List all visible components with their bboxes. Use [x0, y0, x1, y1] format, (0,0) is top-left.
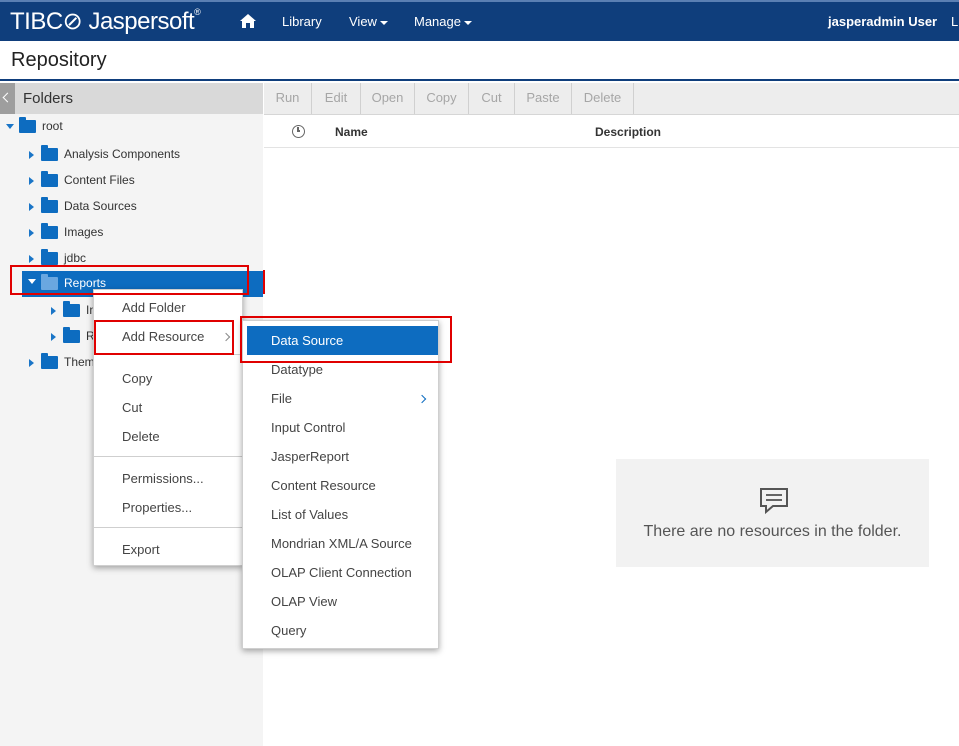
- submenu-content-resource[interactable]: Content Resource: [243, 471, 438, 500]
- nav-manage-label: Manage: [414, 14, 461, 29]
- message-icon: [760, 488, 788, 515]
- submenu-query[interactable]: Query: [243, 616, 438, 645]
- menu-properties[interactable]: Properties...: [94, 493, 242, 522]
- nav-manage[interactable]: Manage: [414, 14, 472, 29]
- folder-icon: [19, 117, 36, 133]
- caret-down-icon: [463, 20, 472, 25]
- tree-node-label: Images: [64, 225, 104, 239]
- menu-divider: [94, 527, 242, 528]
- caret-down-icon: [379, 20, 388, 25]
- expand-icon[interactable]: [29, 151, 34, 159]
- submenu-jasperreport[interactable]: JasperReport: [243, 442, 438, 471]
- repository-toolbar: Run Edit Open Copy Cut Paste Delete: [264, 83, 959, 115]
- tree-node-reports-child-2[interactable]: R: [0, 326, 95, 348]
- tree-node-label: jdbc: [64, 251, 87, 265]
- folder-icon: [63, 327, 80, 343]
- paste-button[interactable]: Paste: [515, 83, 572, 114]
- menu-permissions[interactable]: Permissions...: [94, 464, 242, 493]
- column-name[interactable]: Name: [335, 125, 368, 139]
- folder-icon: [41, 223, 58, 239]
- page-title: Repository: [11, 49, 107, 71]
- brand-trademark: ®: [194, 7, 201, 17]
- expand-icon[interactable]: [29, 255, 34, 263]
- run-button[interactable]: Run: [264, 83, 312, 114]
- nav-view[interactable]: View: [349, 14, 388, 29]
- submenu-olap-client-connection[interactable]: OLAP Client Connection: [243, 558, 438, 587]
- folder-icon: [41, 249, 58, 265]
- tree-node-label: root: [42, 119, 63, 133]
- expand-icon[interactable]: [6, 124, 14, 129]
- logout-link[interactable]: L: [951, 14, 958, 29]
- submenu-file[interactable]: File: [243, 384, 438, 413]
- highlight-data-source: [240, 316, 452, 363]
- home-icon[interactable]: [239, 13, 257, 29]
- user-name[interactable]: jasperadmin User: [828, 14, 937, 29]
- nav-library[interactable]: Library: [282, 14, 322, 29]
- highlight-add-resource: [94, 320, 234, 355]
- submenu-input-control[interactable]: Input Control: [243, 413, 438, 442]
- delete-button[interactable]: Delete: [572, 83, 634, 114]
- results-column-header: Name Description: [264, 116, 959, 148]
- submenu-file-label: File: [271, 391, 292, 406]
- tree-node-analysis-components[interactable]: Analysis Components: [0, 144, 263, 166]
- page-title-bar: Repository: [0, 41, 959, 81]
- expand-icon[interactable]: [29, 229, 34, 237]
- menu-delete[interactable]: Delete: [94, 422, 242, 451]
- highlight-reports: [10, 265, 249, 295]
- copy-button[interactable]: Copy: [415, 83, 469, 114]
- tree-node-images[interactable]: Images: [0, 222, 263, 244]
- folder-icon: [41, 197, 58, 213]
- expand-icon[interactable]: [51, 333, 56, 341]
- nav-library-label: Library: [282, 14, 322, 29]
- tree-node-label: Content Files: [64, 173, 135, 187]
- tree-node-root[interactable]: root: [0, 116, 263, 138]
- folders-title: Folders: [23, 90, 74, 107]
- top-navigation-bar: TIBC⊘ Jaspersoft® Library View Manage ja…: [0, 0, 959, 41]
- tree-node-data-sources[interactable]: Data Sources: [0, 196, 263, 218]
- folder-icon: [41, 171, 58, 187]
- add-resource-submenu: Data Source Datatype File Input Control …: [242, 320, 439, 649]
- jaspersoft-logo[interactable]: TIBC⊘ Jaspersoft®: [10, 7, 201, 36]
- menu-add-folder[interactable]: Add Folder: [94, 293, 242, 322]
- tree-node-label: Analysis Components: [64, 147, 181, 161]
- menu-divider: [94, 456, 242, 457]
- brand-text: TIBC⊘ Jaspersoft: [10, 8, 195, 35]
- chevron-right-icon: [417, 394, 427, 404]
- folders-header: Folders: [0, 83, 263, 114]
- menu-export[interactable]: Export: [94, 535, 242, 564]
- expand-icon[interactable]: [29, 177, 34, 185]
- empty-state: There are no resources in the folder.: [616, 459, 929, 567]
- submenu-list-of-values[interactable]: List of Values: [243, 500, 438, 529]
- submenu-olap-view[interactable]: OLAP View: [243, 587, 438, 616]
- collapse-pane-button[interactable]: [0, 83, 15, 114]
- column-description: Description: [595, 125, 662, 139]
- cut-button[interactable]: Cut: [469, 83, 515, 114]
- nav-view-label: View: [349, 14, 377, 29]
- empty-state-message: There are no resources in the folder.: [643, 523, 902, 540]
- tree-node-reports-child-1[interactable]: In: [0, 300, 96, 322]
- submenu-mondrian-xmla-source[interactable]: Mondrian XML/A Source: [243, 529, 438, 558]
- tree-node-label: Them: [64, 355, 95, 369]
- expand-icon[interactable]: [29, 203, 34, 211]
- expand-icon[interactable]: [51, 307, 56, 315]
- tree-node-content-files[interactable]: Content Files: [0, 170, 263, 192]
- folder-icon: [41, 353, 58, 369]
- tree-node-label: Data Sources: [64, 199, 137, 213]
- highlight-reports-edge: [259, 270, 265, 294]
- open-button[interactable]: Open: [361, 83, 415, 114]
- menu-cut[interactable]: Cut: [94, 393, 242, 422]
- folder-icon: [41, 145, 58, 161]
- clock-icon[interactable]: [292, 125, 305, 138]
- folder-icon: [63, 301, 80, 317]
- expand-icon[interactable]: [29, 359, 34, 367]
- edit-button[interactable]: Edit: [312, 83, 361, 114]
- menu-copy[interactable]: Copy: [94, 364, 242, 393]
- tree-node-themes[interactable]: Them: [0, 352, 95, 374]
